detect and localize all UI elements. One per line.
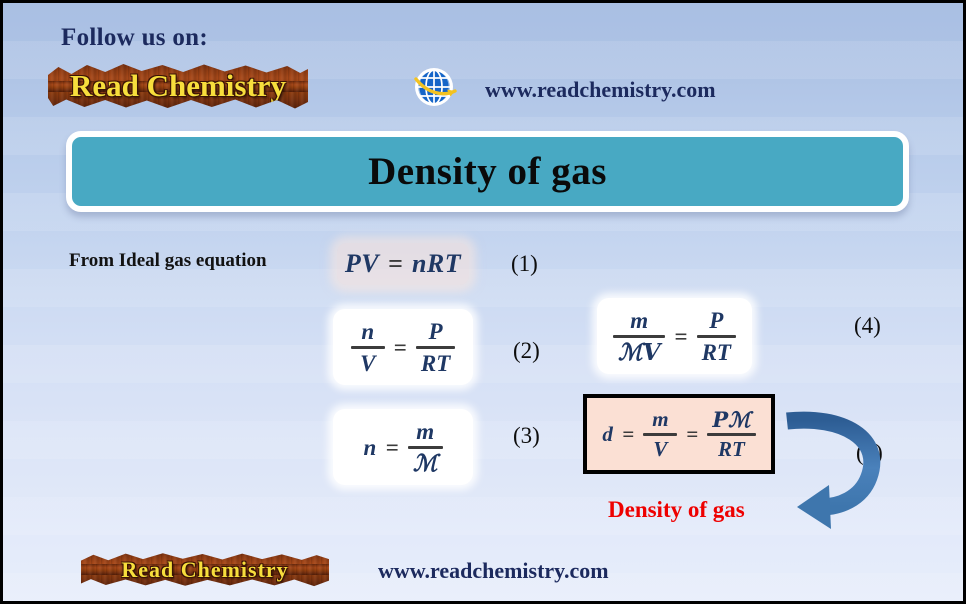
eq5-operator-1: = [622, 421, 635, 446]
site-url-header[interactable]: www.readchemistry.com [485, 77, 716, 103]
equation-4-number: (4) [854, 313, 881, 338]
equation-5-math: d = m V = Pℳ RT [602, 406, 756, 461]
eq3-rhs-denominator: ℳ [412, 449, 438, 477]
from-ideal-gas-equation-label: From Ideal gas equation [69, 250, 267, 271]
equation-2-number: (2) [513, 338, 540, 363]
equation-2-box: n V = P RT [333, 309, 473, 385]
equation-1-math: PV = nRT [345, 251, 461, 277]
eq2-lhs-denominator: V [360, 350, 376, 376]
eq5-rhs-fraction-bar [707, 432, 756, 436]
eq5-mid-denominator: V [653, 436, 668, 461]
eq3-rhs-numerator: m [416, 418, 435, 444]
eq4-rhs-numerator: P [709, 307, 724, 333]
globe-icon [411, 63, 459, 111]
eq3-rhs-fraction-bar [407, 445, 443, 449]
page-title-banner: Density of gas [66, 131, 909, 212]
curved-arrow-icon [785, 411, 897, 529]
eq2-lhs-fraction: n V [350, 318, 385, 376]
equation-4-math: m ℳV = P RT [613, 308, 736, 365]
eq1-operator: = [388, 249, 403, 278]
eq2-rhs-fraction-bar [415, 345, 456, 349]
eq3-operator: = [385, 434, 399, 460]
eq4-operator: = [674, 323, 688, 349]
eq1-lhs: PV [344, 249, 380, 278]
eq2-lhs-numerator: n [361, 318, 375, 344]
eq1-rhs: nRT [411, 249, 462, 278]
eq4-rhs-fraction-bar [696, 334, 736, 338]
eq5-mid-fraction-bar [643, 432, 678, 436]
eq5-operator-2: = [686, 421, 699, 446]
slide-canvas: Follow us on: Read Chemistry www.readche… [0, 0, 966, 604]
eq3-rhs-fraction: m ℳ [407, 418, 443, 477]
follow-us-label: Follow us on: [61, 24, 208, 51]
equation-3-box: n = m ℳ [333, 409, 473, 485]
equation-3-math: n = m ℳ [363, 418, 443, 477]
logo-text-footer: Read Chemistry [121, 556, 289, 582]
eq5-rhs-numerator: Pℳ [712, 406, 751, 432]
eq5-rhs-fraction: Pℳ RT [707, 406, 756, 461]
eq5-lhs: d [602, 421, 614, 446]
eq2-operator: = [393, 334, 407, 360]
read-chemistry-logo-footer[interactable]: Read Chemistry [81, 553, 329, 587]
eq5-rhs-denominator: RT [718, 436, 745, 461]
equation-3-number: (3) [513, 423, 540, 448]
eq3-lhs: n [363, 434, 377, 460]
equation-2-math: n V = P RT [350, 318, 456, 376]
equation-5-box: d = m V = Pℳ RT [583, 394, 775, 474]
eq4-lhs-fraction-bar [613, 334, 666, 338]
eq5-mid-numerator: m [652, 406, 669, 431]
page-title: Density of gas [368, 150, 607, 193]
equation-1-box: PV = nRT [337, 243, 469, 285]
eq4-lhs-fraction: m ℳV [613, 307, 666, 366]
eq2-rhs-fraction: P RT [415, 318, 456, 376]
eq2-rhs-numerator: P [428, 318, 443, 344]
equation-1-number: (1) [511, 251, 538, 276]
density-of-gas-caption: Density of gas [608, 497, 745, 522]
eq4-rhs-denominator: RT [701, 339, 731, 365]
equation-4-box: m ℳV = P RT [597, 298, 752, 374]
eq4-lhs-denominator: ℳV [618, 338, 661, 366]
read-chemistry-logo-header[interactable]: Read Chemistry [48, 64, 308, 109]
eq2-rhs-denominator: RT [420, 350, 451, 376]
eq2-lhs-fraction-bar [350, 345, 385, 349]
site-url-footer[interactable]: www.readchemistry.com [378, 558, 609, 584]
logo-text: Read Chemistry [69, 68, 287, 103]
eq4-lhs-numerator: m [630, 307, 649, 333]
eq4-rhs-fraction: P RT [696, 307, 736, 365]
eq5-mid-fraction: m V [643, 406, 678, 461]
